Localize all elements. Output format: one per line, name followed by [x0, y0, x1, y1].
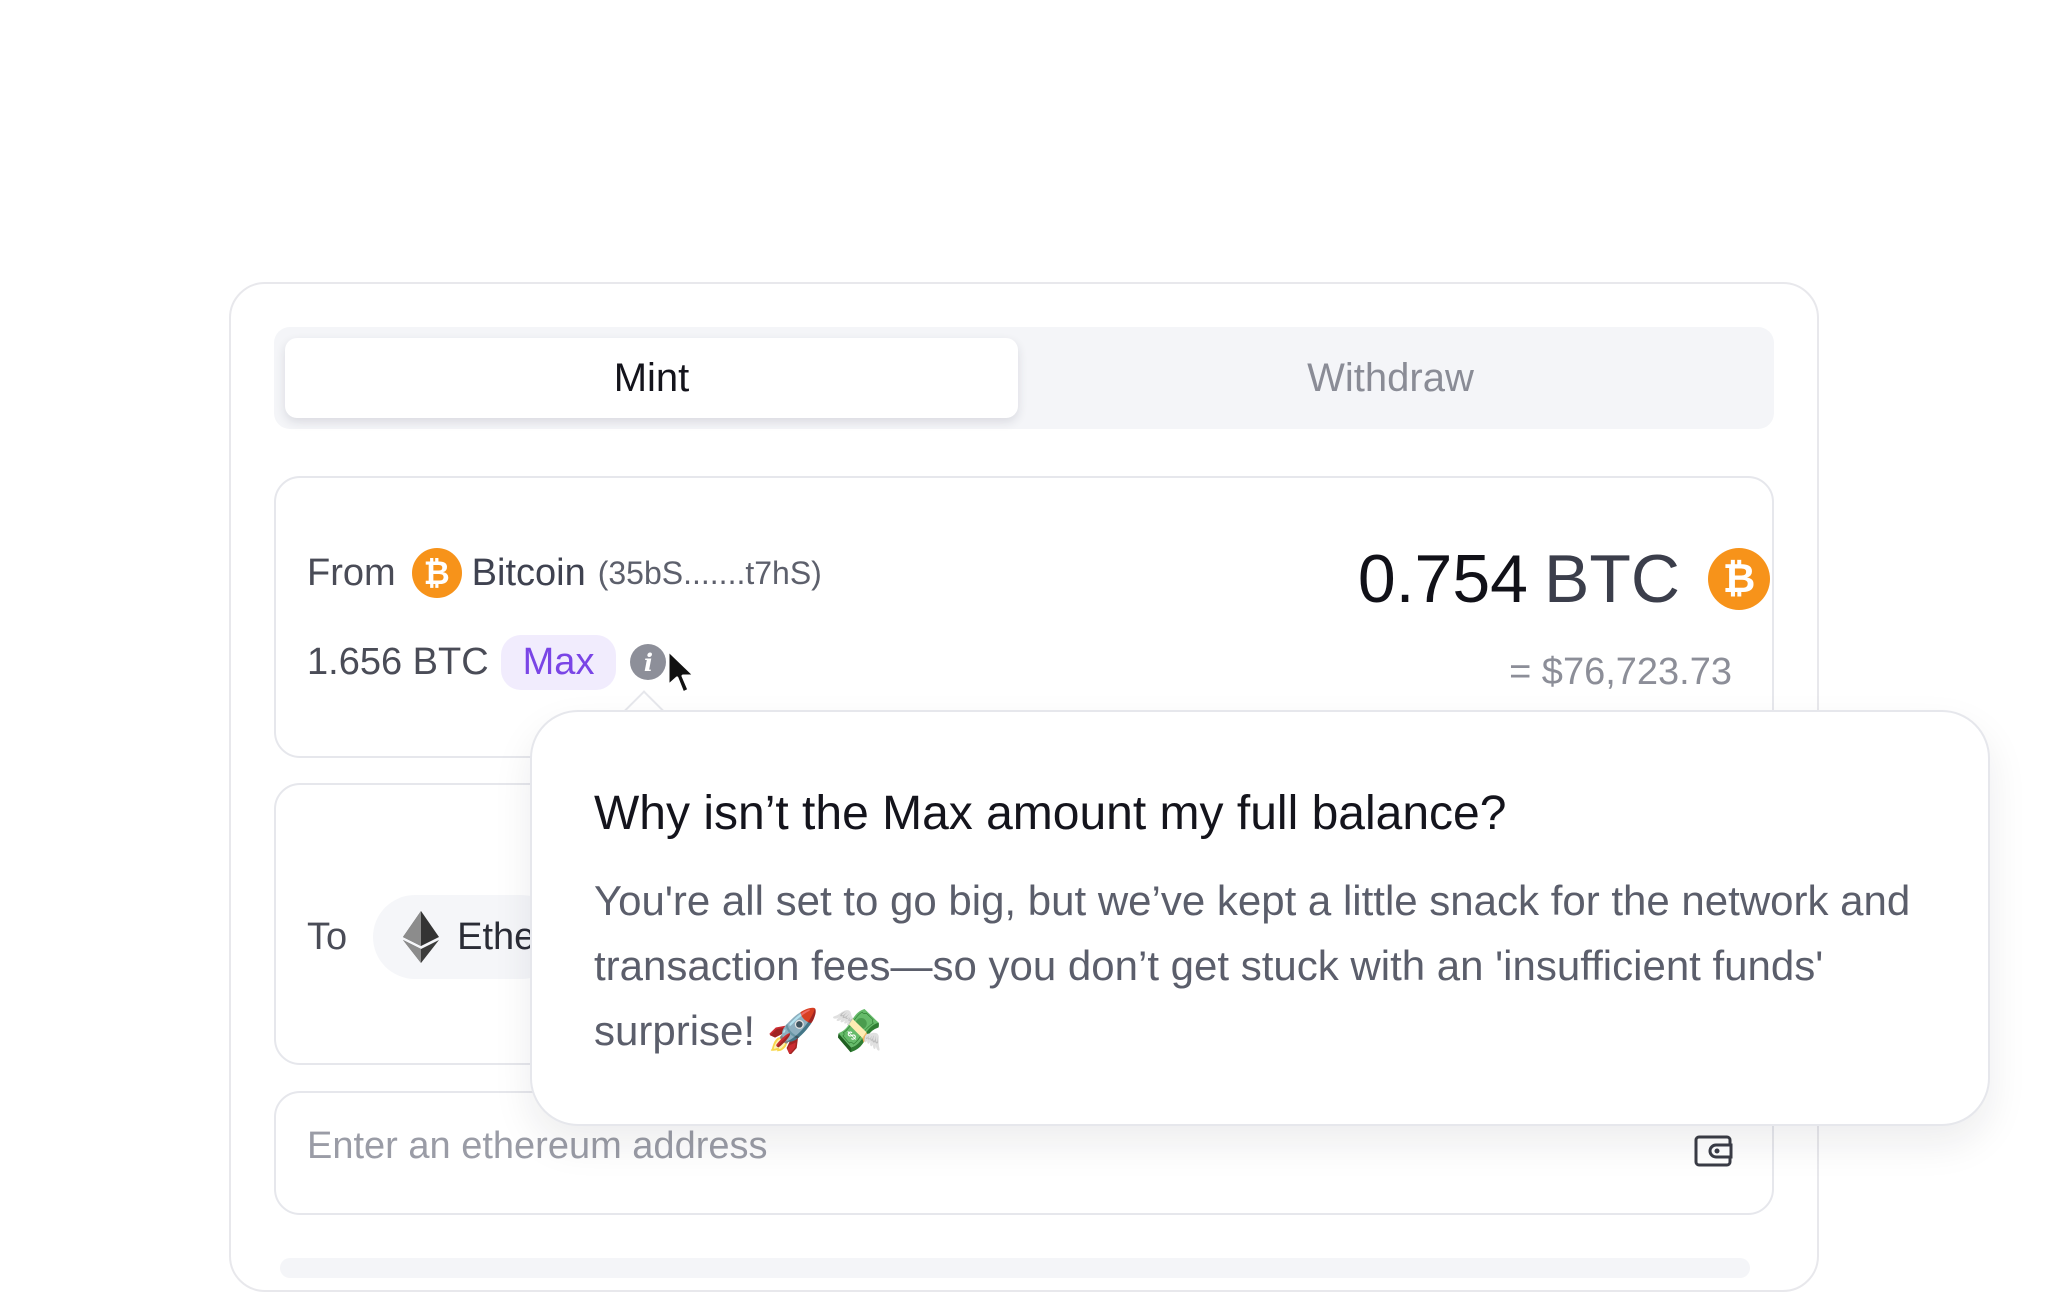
- mouse-cursor-icon: [666, 648, 697, 695]
- from-header: From ₿ Bitcoin (35bS.......t7hS): [307, 543, 822, 603]
- usd-equivalent: = $76,723.73: [1509, 646, 1732, 698]
- tab-withdraw[interactable]: Withdraw: [1018, 338, 1763, 418]
- ethereum-icon: [403, 911, 440, 963]
- info-icon[interactable]: i: [630, 644, 667, 680]
- bottom-panel-edge: [280, 1258, 1750, 1278]
- to-chain-name: Ethe: [457, 915, 536, 958]
- from-address: (35bS.......t7hS): [597, 554, 822, 591]
- to-header: To Ethe: [307, 895, 564, 979]
- wallet-icon[interactable]: [1694, 1133, 1734, 1169]
- amount-value[interactable]: 0.754: [1358, 540, 1528, 618]
- to-label: To: [307, 915, 348, 958]
- balance-row: 1.656 BTC Max i: [307, 632, 667, 692]
- usd-value: = $76,723.73: [1509, 650, 1732, 693]
- from-chain-name[interactable]: Bitcoin: [472, 552, 586, 595]
- max-button[interactable]: Max: [500, 634, 617, 690]
- mode-tabs: Mint Withdraw: [274, 327, 1774, 429]
- address-input[interactable]: Enter an ethereum address: [307, 1125, 768, 1168]
- amount-display: 0.754 BTC ₿: [1358, 536, 1770, 622]
- bitcoin-icon: ₿: [1708, 548, 1770, 610]
- amount-unit: BTC: [1544, 541, 1680, 617]
- tab-mint[interactable]: Mint: [285, 338, 1018, 418]
- from-label: From: [307, 551, 396, 594]
- bitcoin-icon: ₿: [411, 548, 462, 598]
- tooltip-body: You're all set to go big, but we’ve kept…: [594, 877, 1911, 1054]
- tooltip-title: Why isn’t the Max amount my full balance…: [594, 787, 1507, 840]
- balance-value: 1.656 BTC: [307, 640, 489, 683]
